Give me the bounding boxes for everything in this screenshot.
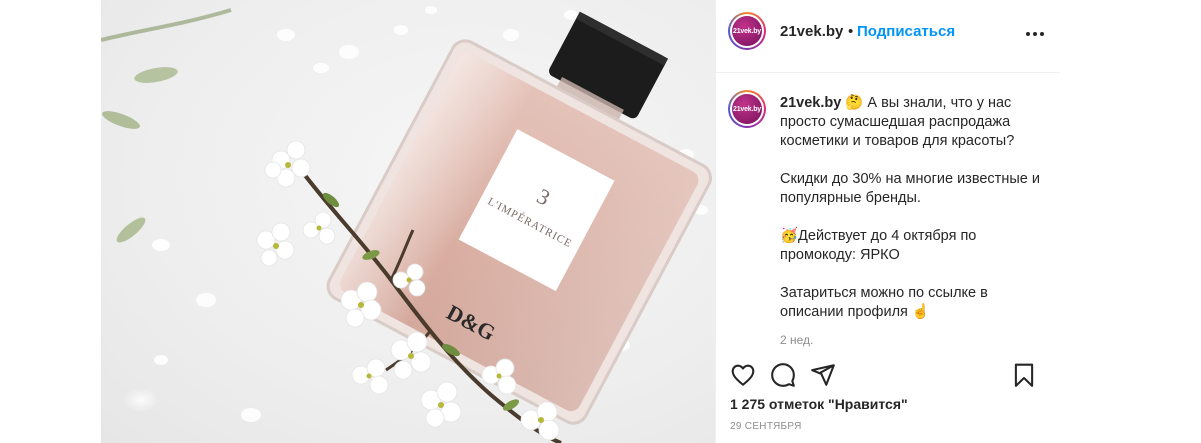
post-details-panel: 21vek.by 21vek.by • Подписаться 21vek.by… [715,0,1060,443]
post-image[interactable]: 3 L'IMPÉRATRICE D&G [101,0,715,443]
blurred-branch [101,8,232,243]
post-caption: 21vek.by 🤔 А вы знали, что у нас просто … [780,94,1050,322]
caption-line-4: Затариться можно по ссылке в описании пр… [780,285,988,320]
caption-avatar[interactable]: 21vek.by [728,90,766,128]
heart-icon[interactable] [730,362,756,388]
bookmark-icon[interactable] [1011,362,1037,388]
separator-dot: • [848,23,854,40]
avatar-logo: 21vek.by [732,16,762,46]
paper-plane-icon[interactable] [810,362,836,388]
caption-line-2: Скидки до 30% на многие известные и попу… [780,171,1040,206]
ellipsis-icon[interactable] [1024,28,1046,40]
follow-button[interactable]: Подписаться [857,23,955,40]
post-header: 21vek.by 21vek.by • Подписаться [716,0,1060,73]
caption-username[interactable]: 21vek.by [780,95,841,111]
likes-count[interactable]: 1 275 отметок "Нравится" [730,396,908,412]
action-bar [716,358,1060,392]
caption-time-ago[interactable]: 2 нед. [780,333,813,347]
avatar-logo: 21vek.by [732,94,762,124]
perfume-illustration: 3 L'IMPÉRATRICE D&G [101,6,712,443]
comment-icon[interactable] [770,362,796,388]
caption-line-3: 🥳Действует до 4 октября по промокоду: ЯР… [780,228,977,263]
post-date[interactable]: 29 СЕНТЯБРЯ [730,421,802,432]
caption-paragraph-1: 21vek.by 🤔 А вы знали, что у нас просто … [780,94,1050,151]
header-username[interactable]: 21vek.by [780,23,843,40]
account-avatar[interactable]: 21vek.by [728,12,766,50]
instagram-post: 3 L'IMPÉRATRICE D&G 21vek.by 21vek.by • … [0,0,1201,443]
